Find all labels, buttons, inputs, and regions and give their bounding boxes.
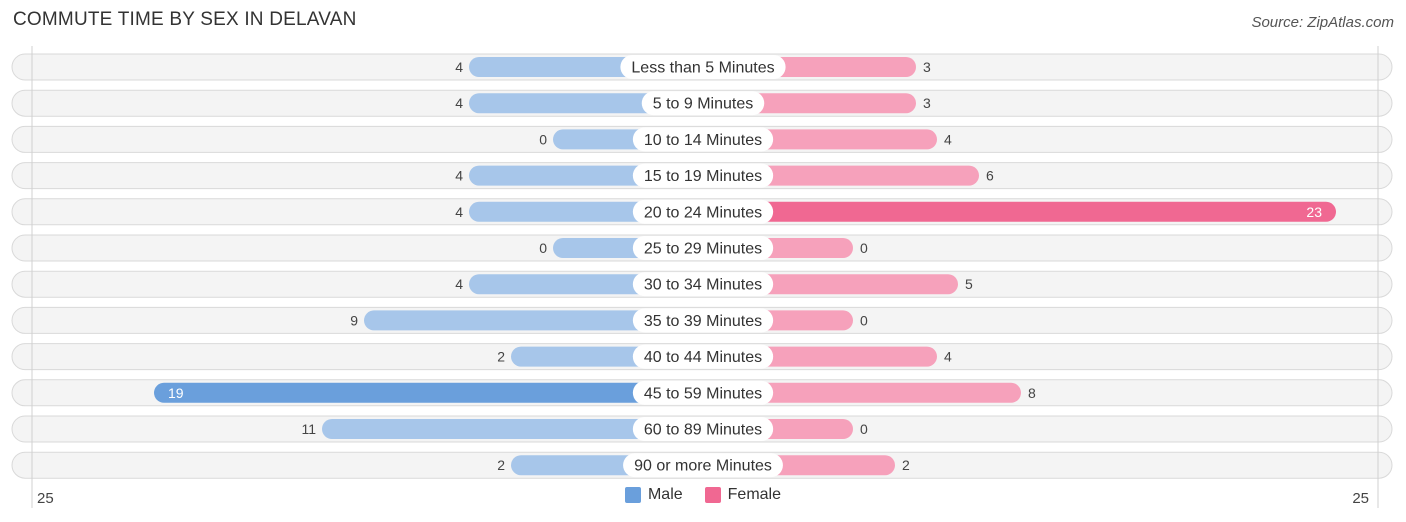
female-value-label: 4 <box>944 349 952 365</box>
legend-item-female[interactable]: Female <box>704 486 782 504</box>
female-value-label: 3 <box>923 95 931 111</box>
chart-row: 20 to 24 Minutes 4 23 <box>11 198 1393 226</box>
male-value-label: 11 <box>301 421 316 437</box>
chart-row: 90 or more Minutes 2 2 <box>11 451 1393 479</box>
male-value-label: 4 <box>455 276 463 292</box>
chart-row: Less than 5 Minutes 4 3 <box>11 53 1393 81</box>
legend-item-male[interactable]: Male <box>624 486 683 504</box>
legend-label-female: Female <box>727 486 782 503</box>
category-label: Less than 5 Minutes <box>631 60 774 77</box>
category-label: 35 to 39 Minutes <box>644 313 762 330</box>
female-value-label: 0 <box>860 312 868 328</box>
chart-row: 5 to 9 Minutes 4 3 <box>11 89 1393 117</box>
category-label: 15 to 19 Minutes <box>644 168 762 185</box>
chart-row: 40 to 44 Minutes 2 4 <box>11 343 1393 371</box>
category-label: 40 to 44 Minutes <box>644 349 762 366</box>
legend: Male Female <box>0 486 1406 504</box>
chart-row: 45 to 59 Minutes 19 8 <box>11 379 1393 407</box>
female-value-label: 5 <box>965 276 973 292</box>
chart-row: 25 to 29 Minutes 0 0 <box>11 234 1393 262</box>
male-value-label: 9 <box>350 312 358 328</box>
male-value-label: 2 <box>497 349 505 365</box>
male-bar[interactable] <box>154 382 703 403</box>
female-value-label: 23 <box>1306 204 1322 220</box>
female-bar[interactable] <box>703 201 1336 222</box>
legend-swatch-female <box>704 487 721 503</box>
male-value-label: 4 <box>455 59 463 75</box>
category-label: 90 or more Minutes <box>634 458 772 475</box>
chart-row: 30 to 34 Minutes 4 5 <box>11 270 1393 298</box>
male-value-label: 0 <box>539 240 547 256</box>
chart-row: 15 to 19 Minutes 4 6 <box>11 162 1393 190</box>
male-value-label: 4 <box>455 95 463 111</box>
chart-rows: Less than 5 Minutes 4 3 5 to 9 Minutes 4 3 10 … <box>11 53 1393 479</box>
male-value-label: 4 <box>455 168 463 184</box>
female-value-label: 3 <box>923 59 931 75</box>
female-value-label: 4 <box>944 131 952 147</box>
female-value-label: 2 <box>902 457 910 473</box>
category-label: 30 to 34 Minutes <box>644 277 762 294</box>
category-label: 45 to 59 Minutes <box>644 385 762 402</box>
male-value-label: 0 <box>539 131 547 147</box>
chart-canvas: Less than 5 Minutes 4 3 5 to 9 Minutes 4 3 10 … <box>11 46 1393 508</box>
legend-swatch-male <box>624 487 641 503</box>
female-value-label: 0 <box>860 421 868 437</box>
chart-row: 35 to 39 Minutes 9 0 <box>11 306 1393 334</box>
male-value-label: 4 <box>455 204 463 220</box>
male-value-label: 2 <box>497 457 505 473</box>
female-value-label: 8 <box>1028 385 1036 401</box>
category-label: 10 to 14 Minutes <box>644 132 762 149</box>
category-label: 60 to 89 Minutes <box>644 422 762 439</box>
category-label: 20 to 24 Minutes <box>644 204 762 221</box>
legend-label-male: Male <box>647 486 683 503</box>
category-label: 25 to 29 Minutes <box>644 241 762 258</box>
male-value-label: 19 <box>168 385 184 401</box>
female-value-label: 6 <box>986 168 994 184</box>
category-label: 5 to 9 Minutes <box>653 96 754 113</box>
chart-row: 60 to 89 Minutes 11 0 <box>11 415 1393 443</box>
female-value-label: 0 <box>860 240 868 256</box>
chart-row: 10 to 14 Minutes 0 4 <box>11 125 1393 153</box>
